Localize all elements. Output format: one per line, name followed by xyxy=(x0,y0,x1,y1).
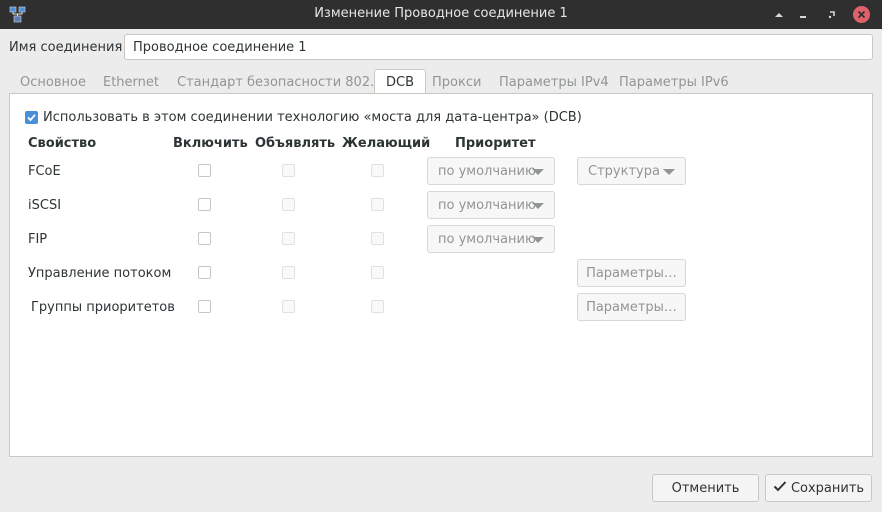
chevron-down-icon xyxy=(532,237,544,243)
fcoe-priority-value: по умолчанию xyxy=(438,163,536,179)
cancel-button[interactable]: Отменить xyxy=(652,474,759,502)
fcoe-enable-checkbox[interactable] xyxy=(198,164,211,177)
flow-control-enable-checkbox[interactable] xyxy=(198,266,211,279)
save-label: Сохранить xyxy=(790,480,865,496)
row-label-priority-groups: Группы приоритетов xyxy=(31,300,175,315)
priority-groups-options-button[interactable]: Параметры… xyxy=(577,293,686,321)
fcoe-advertise-checkbox[interactable] xyxy=(282,164,295,177)
fcoe-mode-value: Структура xyxy=(588,163,660,179)
tab-8021x-security[interactable]: Стандарт безопасности 802.1x xyxy=(177,69,390,94)
chevron-down-icon xyxy=(663,169,675,175)
row-label-flow-control: Управление потоком xyxy=(28,266,172,281)
header-priority: Приоритет xyxy=(455,136,536,151)
chevron-down-icon xyxy=(532,203,544,209)
cancel-label: Отменить xyxy=(671,480,740,496)
row-label-fcoe: FCoE xyxy=(28,164,61,179)
fcoe-mode-dropdown[interactable]: Структура xyxy=(577,157,686,185)
iscsi-priority-dropdown[interactable]: по умолчанию xyxy=(427,191,555,219)
connection-name-row: Имя соединения xyxy=(0,34,882,60)
row-label-fip: FIP xyxy=(28,232,48,247)
check-icon xyxy=(773,480,787,496)
iscsi-willing-checkbox[interactable] xyxy=(371,198,384,211)
window-title: Изменение Проводное соединение 1 xyxy=(314,6,568,21)
flow-control-options-button[interactable]: Параметры… xyxy=(577,259,686,287)
priority-groups-willing-checkbox[interactable] xyxy=(371,300,384,313)
header-advertise: Объявлять xyxy=(255,136,336,151)
header-property: Свойство xyxy=(28,136,97,151)
chevron-down-icon xyxy=(532,169,544,175)
fip-priority-dropdown[interactable]: по умолчанию xyxy=(427,225,555,253)
connection-name-label: Имя соединения xyxy=(9,40,123,55)
header-enable: Включить xyxy=(173,136,248,151)
fcoe-willing-checkbox[interactable] xyxy=(371,164,384,177)
flow-control-advertise-checkbox[interactable] xyxy=(282,266,295,279)
keep-above-button[interactable] xyxy=(770,6,787,23)
title-bar: Изменение Проводное соединение 1 xyxy=(0,0,882,29)
fip-advertise-checkbox[interactable] xyxy=(282,232,295,245)
close-button[interactable] xyxy=(853,6,870,23)
priority-groups-enable-checkbox[interactable] xyxy=(198,300,211,313)
connection-name-input[interactable] xyxy=(124,34,873,60)
maximize-button[interactable] xyxy=(823,6,840,23)
row-label-iscsi: iSCSI xyxy=(28,198,62,213)
fcoe-priority-dropdown[interactable]: по умолчанию xyxy=(427,157,555,185)
tab-ipv6[interactable]: Параметры IPv6 xyxy=(619,69,729,94)
iscsi-priority-value: по умолчанию xyxy=(438,197,536,213)
tab-proxy[interactable]: Прокси xyxy=(432,69,481,94)
dcb-enable-checkbox[interactable] xyxy=(25,111,38,124)
priority-groups-advertise-checkbox[interactable] xyxy=(282,300,295,313)
tab-dcb[interactable]: DCB xyxy=(374,69,427,95)
fip-priority-value: по умолчанию xyxy=(438,231,536,247)
iscsi-enable-checkbox[interactable] xyxy=(198,198,211,211)
minimize-button[interactable] xyxy=(794,6,811,23)
tab-ipv4[interactable]: Параметры IPv4 xyxy=(499,69,609,94)
fip-willing-checkbox[interactable] xyxy=(371,232,384,245)
tab-ethernet[interactable]: Ethernet xyxy=(103,69,159,94)
fip-enable-checkbox[interactable] xyxy=(198,232,211,245)
tab-general[interactable]: Основное xyxy=(20,69,86,94)
iscsi-advertise-checkbox[interactable] xyxy=(282,198,295,211)
dcb-enable-label: Использовать в этом соединении технологи… xyxy=(43,110,582,125)
dcb-enable-row[interactable]: Использовать в этом соединении технологи… xyxy=(25,110,582,125)
save-button[interactable]: Сохранить xyxy=(765,474,872,502)
header-willing: Желающий xyxy=(342,136,431,151)
flow-control-willing-checkbox[interactable] xyxy=(371,266,384,279)
